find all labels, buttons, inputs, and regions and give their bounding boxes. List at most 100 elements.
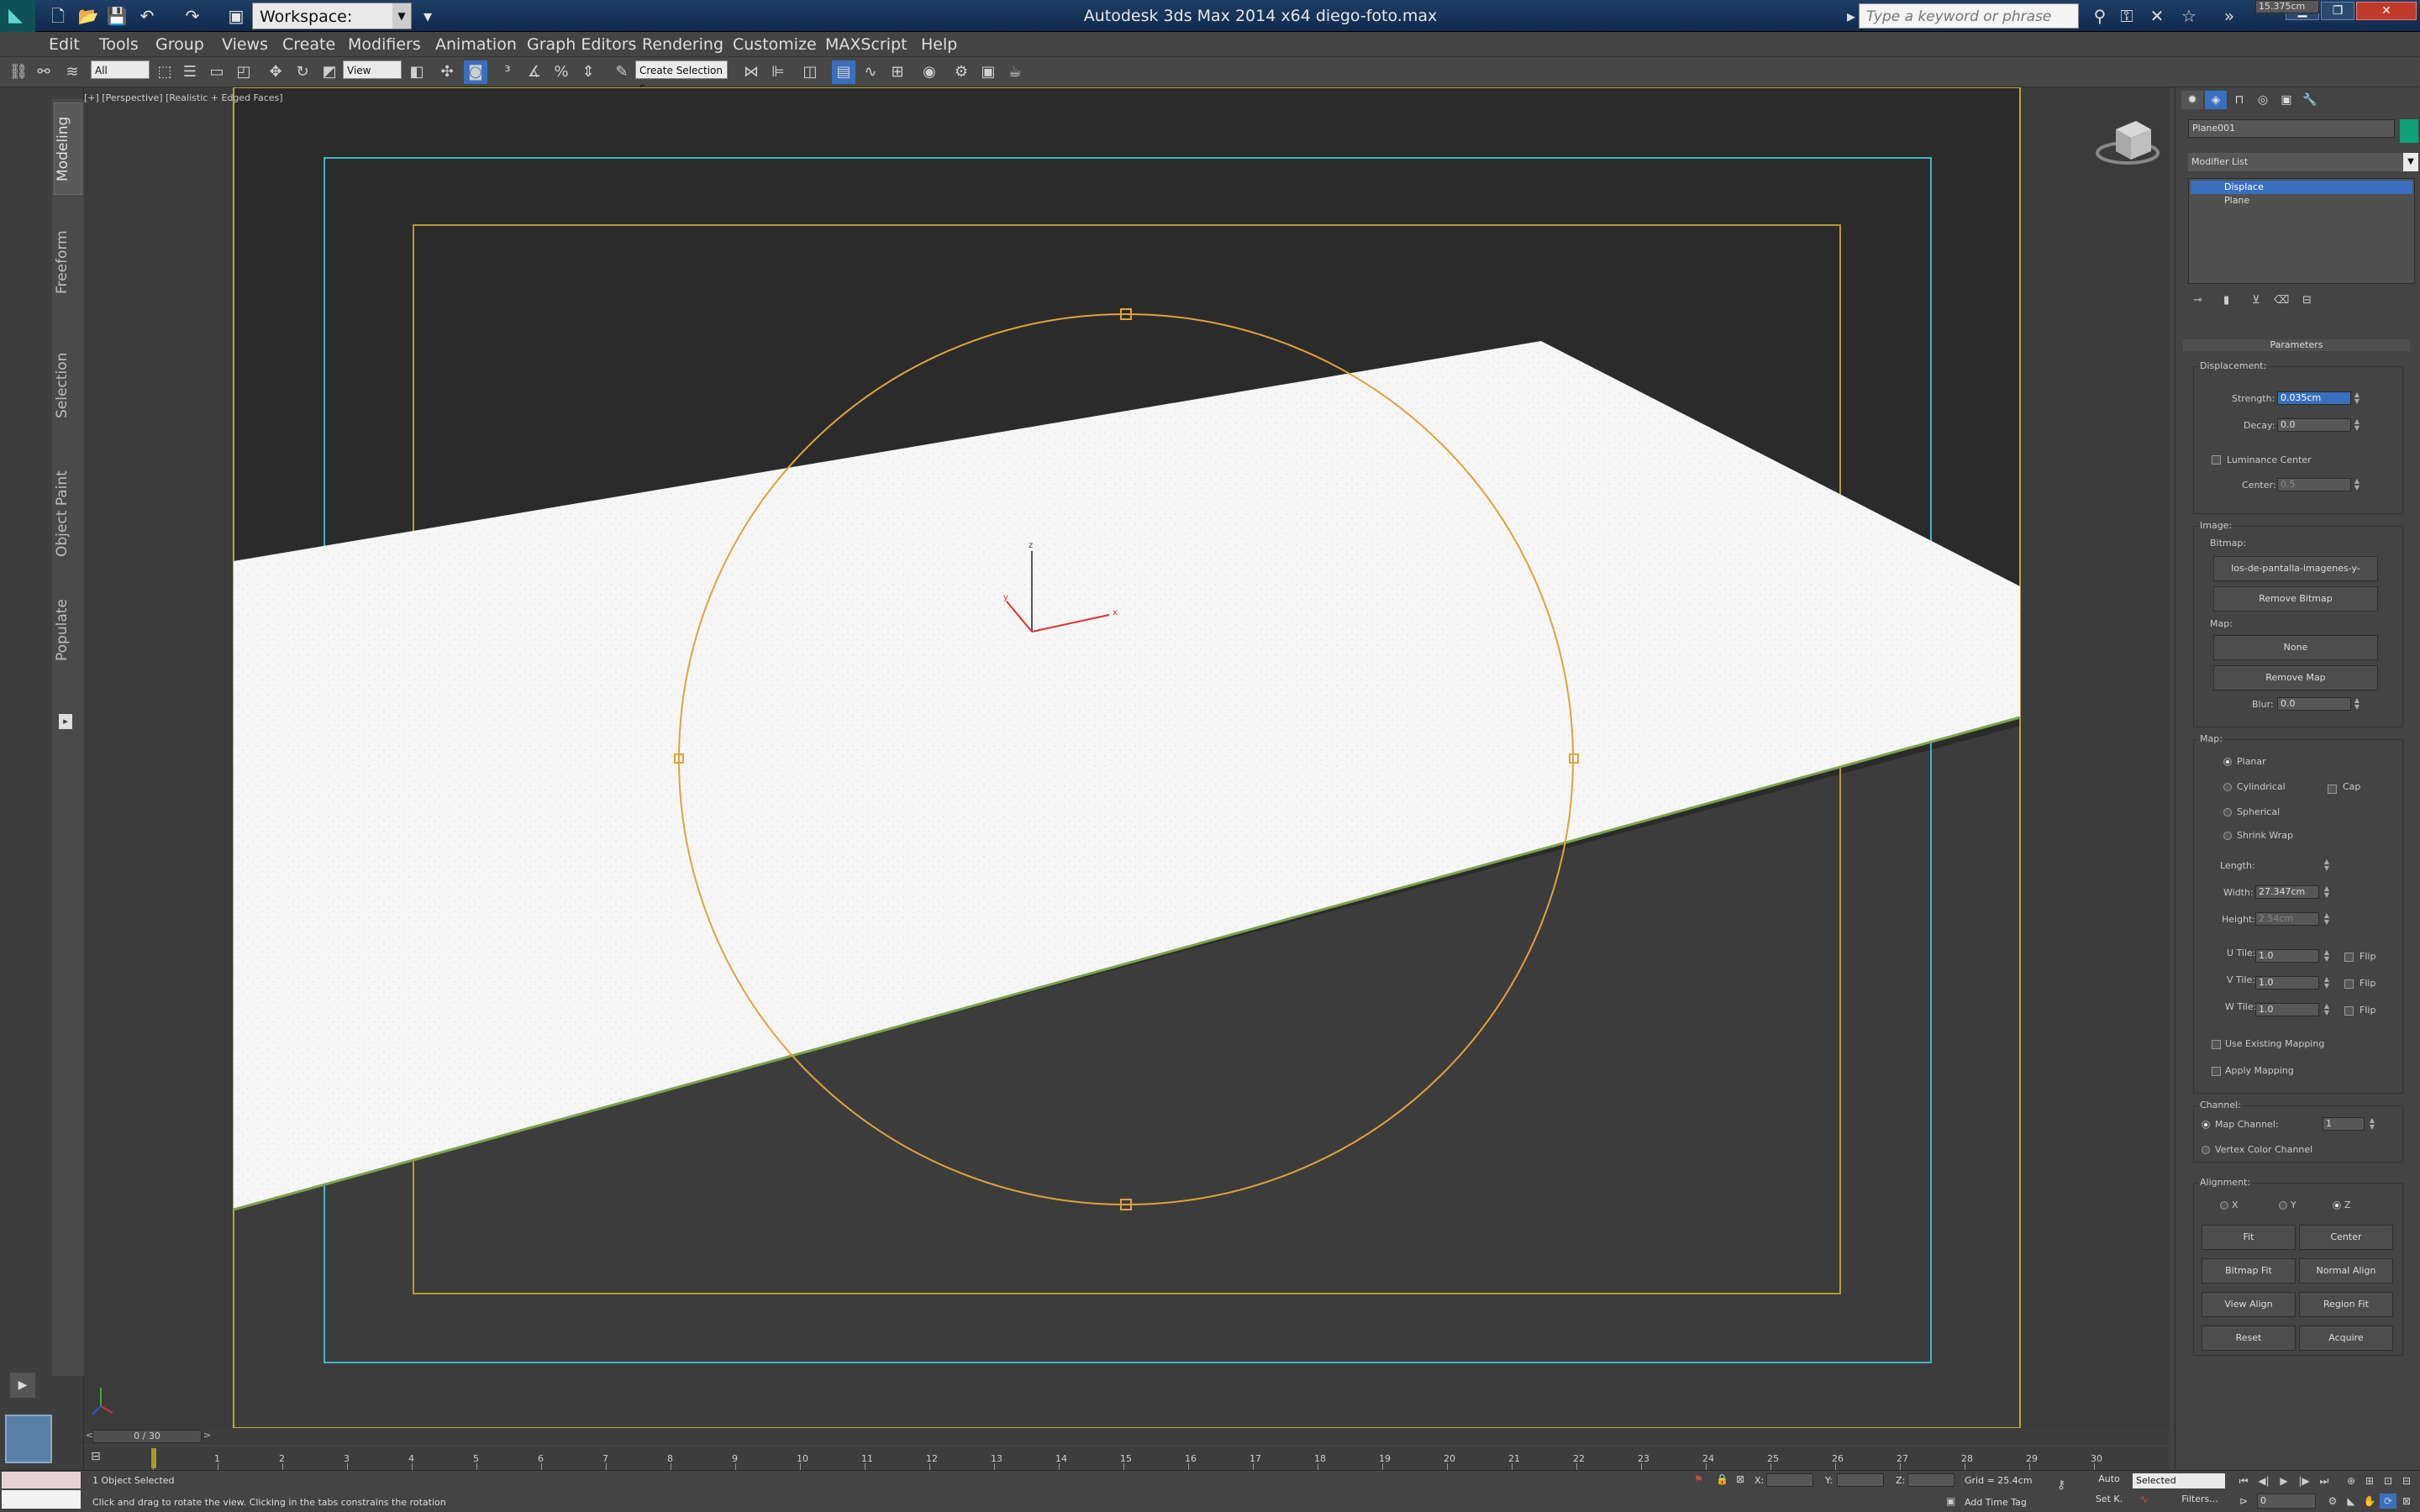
previous-frame-icon[interactable]: ◀| [2255,1473,2272,1488]
viewport-layout-icon[interactable] [5,1415,52,1463]
mirror-icon[interactable]: ⋈ [739,60,763,84]
center-field[interactable]: 0.5 [2277,478,2351,491]
make-unique-icon[interactable]: ⊻ [2252,294,2260,312]
key-filter-dropdown[interactable]: Selected [2133,1473,2225,1488]
ribbon-tab-freeform[interactable]: Freeform [54,220,82,304]
maximize-viewport-icon[interactable]: ⊠ [2398,1494,2415,1509]
u-tile-spinner-icon[interactable]: ▲ ▼ [2323,949,2331,963]
close-button[interactable]: ✕ [2356,2,2417,20]
menu-help[interactable]: Help [921,32,957,57]
goto-end-icon[interactable]: ⏭ [2316,1473,2333,1488]
menu-views[interactable]: Views [222,32,268,57]
zoom-all-icon[interactable]: ⊞ [2361,1473,2378,1488]
center-button[interactable]: Center [2299,1225,2393,1250]
undo-icon[interactable]: ↶ [134,3,160,29]
blur-field[interactable]: 0.0 [2277,697,2351,711]
map-channel-spinner-icon[interactable]: ▲ ▼ [2368,1117,2376,1131]
spherical-radio[interactable] [2223,808,2232,816]
length-spinner-icon[interactable]: ▲ ▼ [2323,858,2331,872]
percent-snap-icon[interactable]: % [550,60,573,84]
rendered-frame-window-icon[interactable]: ▣ [976,60,1000,84]
object-color-swatch[interactable] [2400,119,2418,143]
ribbon-tab-object-paint[interactable]: Object Paint [54,464,82,564]
y-coord-field[interactable] [1837,1473,1884,1487]
luminance-center-checkbox[interactable] [2212,455,2221,465]
align-y-radio[interactable] [2279,1201,2287,1210]
pin-stack-icon[interactable]: ⊸ [2193,294,2202,312]
map-channel-radio[interactable] [2202,1121,2210,1129]
current-frame-marker[interactable] [151,1448,156,1468]
align-icon[interactable]: ⊫ [766,60,790,84]
zoom-icon[interactable]: ⊕ [2343,1473,2360,1488]
application-menu-button[interactable]: ◣ [0,0,35,32]
shrink-wrap-radio[interactable] [2223,832,2232,840]
apply-mapping-checkbox[interactable] [2212,1067,2221,1076]
menu-modifiers[interactable]: Modifiers [348,32,421,57]
key-mode-toggle-icon[interactable]: ⊳ [2235,1494,2252,1509]
time-slider-track[interactable] [84,1428,2170,1445]
height-spinner-icon[interactable]: ▲ ▼ [2323,912,2331,926]
remove-bitmap-button[interactable]: Remove Bitmap [2213,586,2378,612]
center-spinner-icon[interactable]: ▲ ▼ [2353,478,2361,491]
project-folder-icon[interactable]: ▣ [224,3,249,29]
rectangular-selection-icon[interactable]: ▭ [205,60,229,84]
reset-button[interactable]: Reset [2202,1326,2296,1351]
select-and-rotate-icon[interactable]: ↻ [291,60,314,84]
u-flip-checkbox[interactable] [2344,953,2354,962]
add-time-tag-button[interactable]: Add Time Tag [1965,1497,2027,1508]
strength-field[interactable]: 0.035cm [2277,391,2351,405]
viewport-label-menu[interactable]: [+] [Perspective] [Realistic + Edged Fac… [84,92,283,103]
v-tile-spinner-icon[interactable]: ▲ ▼ [2323,976,2331,990]
ribbon-options-icon[interactable]: ▸ [59,714,72,729]
u-tile-field[interactable]: 1.0 [2255,949,2319,963]
view-align-button[interactable]: View Align [2202,1292,2296,1317]
selection-filter-dropdown[interactable]: All [91,60,150,79]
cylindrical-radio[interactable] [2223,783,2232,791]
menu-create[interactable]: Create [282,32,335,57]
fit-button[interactable]: Fit [2202,1225,2296,1250]
select-by-name-icon[interactable]: ☰ [178,60,202,84]
maximize-button[interactable]: ❐ [2321,2,2354,20]
modifier-list-dropdown[interactable]: Modifier List ▼ [2188,153,2418,171]
maxscript-listener-mini[interactable] [2,1472,81,1488]
binoculars-icon[interactable]: ⚲ [2087,3,2112,29]
quick-access-expand-icon[interactable]: ▾ [415,3,440,29]
spinner-snap-icon[interactable]: ⇕ [576,60,600,84]
graphite-ribbon-icon[interactable]: ▤ [832,60,855,84]
menu-group[interactable]: Group [155,32,204,57]
use-existing-mapping-checkbox[interactable] [2212,1040,2221,1049]
z-coord-field[interactable] [1907,1473,1954,1487]
key-filters-button[interactable]: Filters... [2175,1494,2225,1509]
set-key-button[interactable]: Set K. [2091,1494,2128,1509]
absolute-mode-icon[interactable]: ⊠ [1736,1473,1744,1485]
play-icon[interactable]: ▶ [2275,1473,2292,1488]
search-input[interactable]: Type a keyword or phrase [1859,3,2079,29]
expand-panel-icon[interactable]: ▶ [10,1373,35,1398]
bind-to-space-warp-icon[interactable]: ≋ [60,60,84,84]
bitmap-fit-button[interactable]: Bitmap Fit [2202,1258,2296,1284]
blur-spinner-icon[interactable]: ▲ ▼ [2353,697,2361,711]
ribbon-tab-selection[interactable]: Selection [54,339,82,432]
select-object-icon[interactable]: ⬚ [153,60,176,84]
field-of-view-icon[interactable]: ◣ [2343,1494,2360,1509]
current-frame-field[interactable]: 0 [2257,1494,2316,1509]
region-fit-button[interactable]: Region Fit [2299,1292,2393,1317]
workspace-dropdown[interactable]: Workspace: Default▼ [252,3,412,53]
layer-explorer-icon[interactable]: ◫ [798,60,822,84]
align-x-radio[interactable] [2220,1201,2228,1210]
height-field[interactable]: 2.54cm [2255,912,2319,926]
snaps-toggle-icon[interactable]: ³ [496,60,519,84]
angle-snap-icon[interactable]: ∡ [523,60,546,84]
map-none-button[interactable]: None [2213,635,2378,660]
vertex-color-channel-radio[interactable] [2202,1146,2210,1154]
subscription-key-icon[interactable]: ⚿ [2114,3,2139,29]
render-production-icon[interactable]: ☕ [1003,60,1027,84]
viewcube[interactable] [2096,121,2160,165]
x-coord-field[interactable] [1766,1473,1813,1487]
unlink-selection-icon[interactable]: ⚯ [32,60,55,84]
time-config-icon[interactable]: ⚙ [2324,1494,2341,1509]
menu-animation[interactable]: Animation [435,32,517,57]
time-slider-next-icon[interactable]: > [203,1430,211,1441]
communication-center-icon[interactable]: ✕ [2144,3,2170,29]
motion-tab-icon[interactable]: ◎ [2252,91,2274,109]
